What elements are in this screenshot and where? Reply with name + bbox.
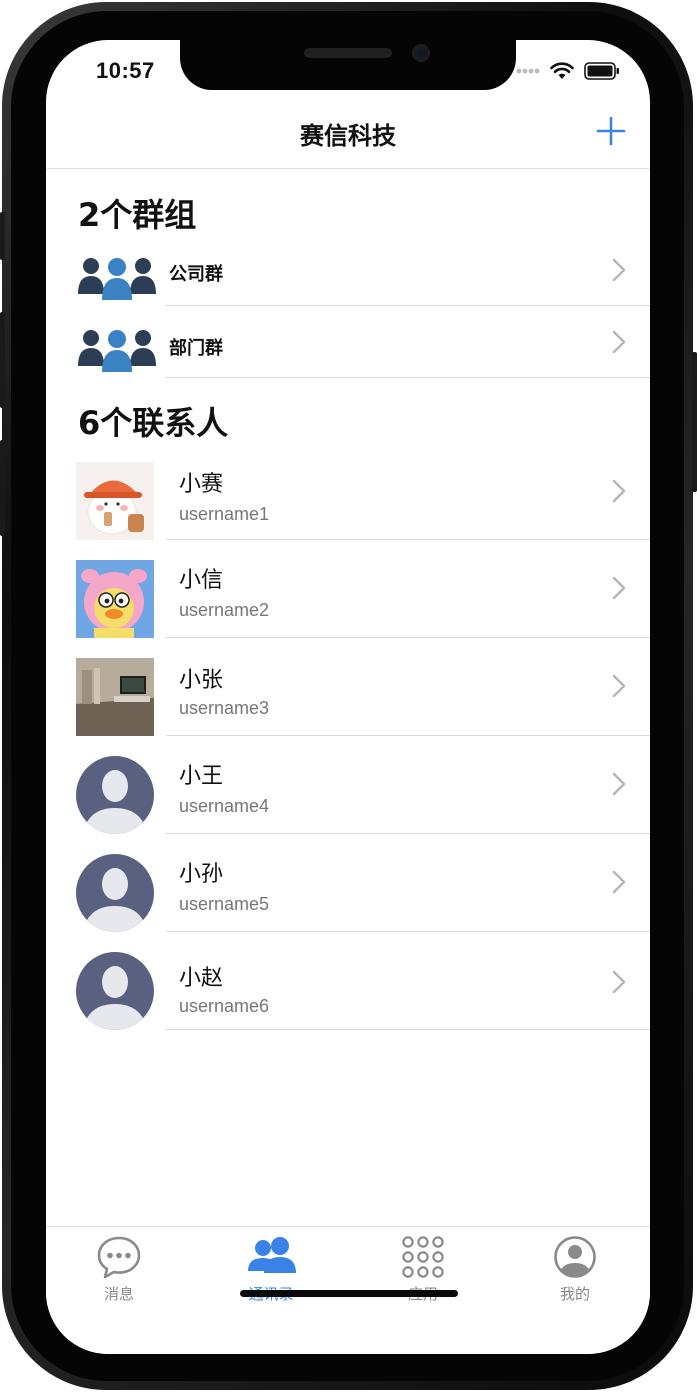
nav-bar: 赛信科技 [46,100,650,169]
contact-row[interactable]: 小王 username4 [46,736,650,834]
chevron-right-icon [612,870,626,894]
tab-label: 我的 [559,1285,590,1303]
tab-messages[interactable]: 消息 [59,1235,179,1309]
contacts-section-title: 6个联系人 [78,404,229,442]
contact-name: 小信 [179,568,224,593]
contact-name: 小赛 [179,472,224,497]
contact-username: username6 [179,996,270,1016]
notch [180,40,516,90]
contact-username: username3 [179,698,270,718]
chat-bubble-icon [97,1236,141,1279]
speaker-grille [304,48,392,58]
profile-icon [554,1236,596,1278]
contact-name: 小赵 [179,966,224,991]
status-time: 10:57 [96,58,155,83]
contacts-icon [248,1237,296,1273]
group-row[interactable]: 公司群 [46,236,650,306]
row-divider [166,1029,650,1030]
groups-section-title: 2个群组 [78,196,197,234]
chevron-right-icon [612,576,626,600]
chevron-right-icon [612,772,626,796]
contact-username: username4 [179,796,270,816]
contact-row[interactable]: 小赵 username6 [46,932,650,1030]
group-icon [78,258,156,300]
chevron-right-icon [612,330,626,354]
home-indicator[interactable] [240,1290,458,1297]
chevron-right-icon [612,970,626,994]
status-icons [516,62,620,80]
room-photo-avatar [76,658,154,736]
cartoon-bear-avatar [76,462,154,540]
page-title: 赛信科技 [300,122,396,150]
front-camera [412,44,430,62]
apps-grid-icon [402,1236,444,1278]
contact-name: 小张 [179,668,224,693]
default-person-avatar [76,952,154,1030]
contact-row[interactable]: 小张 username3 [46,638,650,736]
contact-username: username1 [179,504,270,524]
contact-name: 小王 [179,764,224,789]
default-person-avatar [76,756,154,834]
group-name: 部门群 [169,338,223,359]
chevron-right-icon [612,479,626,503]
tab-contacts[interactable]: 通讯录 [211,1235,331,1309]
power-button [692,352,697,492]
cartoon-pig-avatar [76,560,154,638]
group-icon [78,330,156,372]
contact-row[interactable]: 小孙 username5 [46,834,650,932]
contact-username: username2 [179,600,270,620]
chevron-right-icon [612,258,626,282]
cellular-signal-icon [516,68,540,74]
tab-label: 消息 [103,1285,134,1303]
default-person-avatar [76,854,154,932]
battery-icon [584,62,619,80]
tab-profile[interactable]: 我的 [515,1235,635,1309]
tab-apps[interactable]: 应用 [363,1235,483,1309]
contact-row[interactable]: 小信 username2 [46,540,650,638]
contact-name: 小孙 [179,862,224,887]
contact-username: username5 [179,894,270,914]
volume-down-button [0,440,5,536]
group-row[interactable]: 部门群 [46,306,650,378]
plus-icon[interactable] [596,116,626,146]
group-name: 公司群 [169,264,223,285]
contact-row[interactable]: 小赛 username1 [46,448,650,540]
mute-switch [0,212,5,260]
app-screen: 10:57 赛信科技 2个群组 公司群 部门群 6个联系人 小赛 usernam… [46,40,650,1354]
wifi-icon [550,62,574,79]
volume-up-button [0,312,5,408]
chevron-right-icon [612,674,626,698]
row-divider [166,377,650,378]
